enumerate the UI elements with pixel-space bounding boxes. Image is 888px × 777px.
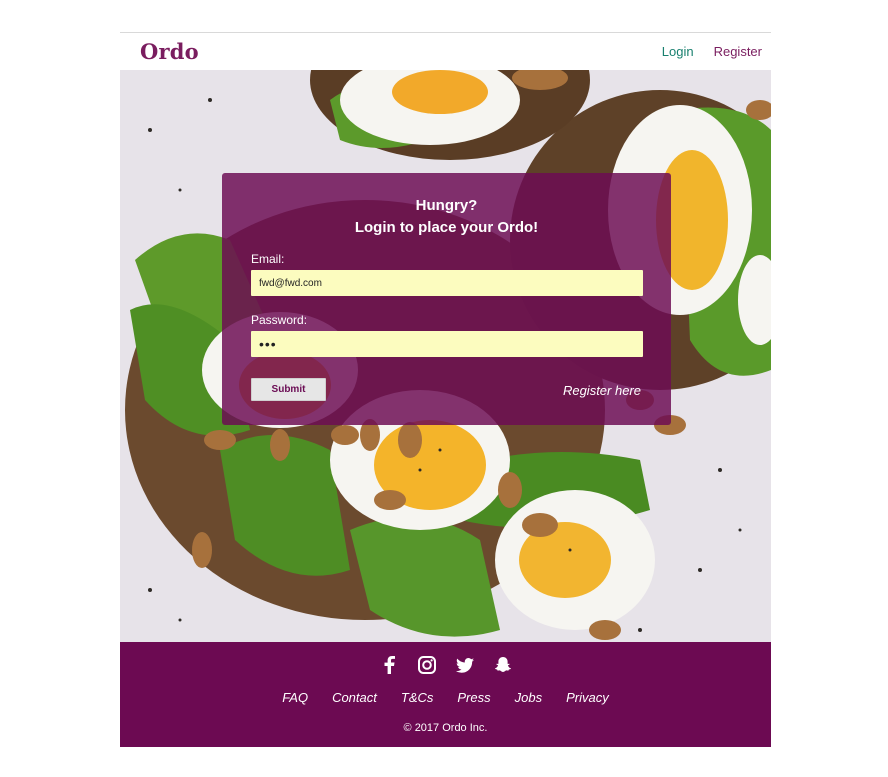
login-link[interactable]: Login <box>662 44 694 59</box>
twitter-icon[interactable] <box>455 656 474 674</box>
social-icons <box>120 656 771 674</box>
facebook-icon[interactable] <box>380 656 398 674</box>
snapchat-icon[interactable] <box>494 656 512 674</box>
login-card-title: Hungry? Login to place your Ordo! <box>222 195 671 239</box>
title-line-hungry: Hungry? <box>415 197 478 214</box>
footer-links: FAQ Contact T&Cs Press Jobs Privacy <box>120 690 771 705</box>
hero-background-image: Hungry? Login to place your Ordo! Email:… <box>120 70 771 642</box>
footer-link-press[interactable]: Press <box>457 690 490 705</box>
footer-link-jobs[interactable]: Jobs <box>515 690 542 705</box>
login-card: Hungry? Login to place your Ordo! Email:… <box>222 173 671 425</box>
submit-button[interactable]: Submit <box>251 378 326 401</box>
instagram-icon[interactable] <box>417 656 436 674</box>
footer: FAQ Contact T&Cs Press Jobs Privacy © 20… <box>120 642 771 747</box>
brand-logo[interactable]: Ordo <box>140 39 199 64</box>
email-field[interactable] <box>251 270 643 296</box>
register-here-link[interactable]: Register here <box>563 383 641 398</box>
footer-link-faq[interactable]: FAQ <box>282 690 308 705</box>
email-label: Email: <box>251 252 285 266</box>
page: Ordo Login Register Hungry? Login to pla… <box>120 32 771 747</box>
nav-links: Login Register <box>662 44 762 59</box>
password-label: Password: <box>251 313 308 327</box>
copyright-text: © 2017 Ordo Inc. <box>403 722 488 734</box>
title-line-login: Login to place your Ordo! <box>354 219 539 236</box>
footer-link-privacy[interactable]: Privacy <box>566 690 609 705</box>
password-field[interactable]: ••• <box>251 331 643 357</box>
top-navbar: Ordo Login Register <box>120 32 771 70</box>
footer-link-tcs[interactable]: T&Cs <box>401 690 434 705</box>
register-link[interactable]: Register <box>714 44 762 59</box>
footer-link-contact[interactable]: Contact <box>332 690 377 705</box>
